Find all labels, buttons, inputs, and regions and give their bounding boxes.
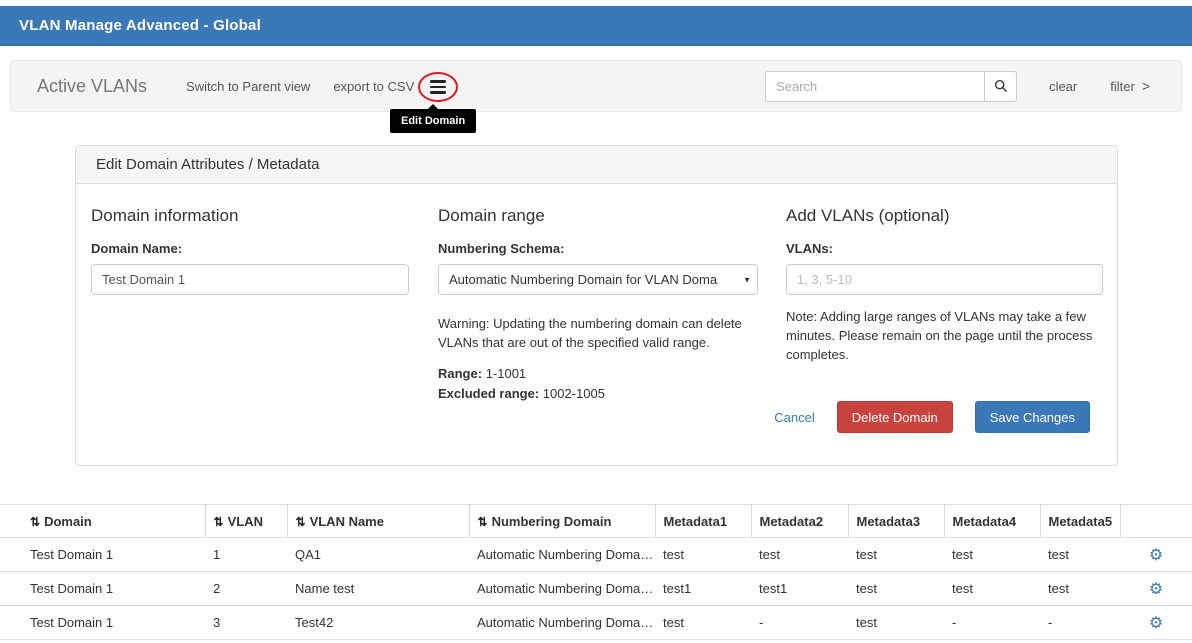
edit-domain-panel: Edit Domain Attributes / Metadata Domain… [75,145,1118,466]
numbering-schema-value: Automatic Numbering Domain for VLAN Doma [449,272,737,287]
title-bar: VLAN Manage Advanced - Global [0,6,1192,46]
excluded-range-label: Excluded range: [438,386,539,401]
page-title: VLAN Manage Advanced - Global [19,17,261,34]
chevron-right-icon: > [1142,78,1150,94]
cell-domain: Test Domain 1 [0,572,205,606]
caret-down-icon: ▼ [743,275,751,284]
domain-information-heading: Domain information [91,206,409,226]
cell-metadata2: test1 [751,572,848,606]
cell-vlan: 2 [205,572,287,606]
column-header-metadata2: Metadata2 [751,505,848,538]
search-button[interactable] [985,71,1017,102]
cell-vlan-name: Name test [287,572,469,606]
cell-metadata2: test [751,538,848,572]
cell-metadata2: - [751,606,848,640]
cell-vlan: 3 [205,606,287,640]
export-to-csv-link[interactable]: export to CSV [333,79,414,94]
cell-numbering-domain: Automatic Numbering Doma… [469,606,655,640]
row-settings-gear-icon[interactable]: ⚙ [1120,538,1192,572]
row-settings-gear-icon[interactable]: ⚙ [1120,572,1192,606]
domain-name-input[interactable] [91,264,409,295]
cell-metadata4: test [944,572,1040,606]
filter-label: filter [1110,79,1135,94]
column-header-metadata1: Metadata1 [655,505,751,538]
domain-name-label: Domain Name: [91,241,409,256]
cancel-link[interactable]: Cancel [774,410,814,425]
table-row: Test Domain 11QA1Automatic Numbering Dom… [0,538,1192,572]
vlans-label: VLANs: [786,241,1103,256]
toolbar-right-group: clear filter > [765,71,1150,102]
cell-vlan-name: QA1 [287,538,469,572]
vlans-note-text: Note: Adding large ranges of VLANs may t… [786,308,1103,365]
range-value: 1-1001 [486,366,526,381]
clear-link[interactable]: clear [1049,79,1077,94]
domain-information-section: Domain information Domain Name: [91,206,409,465]
cell-numbering-domain: Automatic Numbering Doma… [469,538,655,572]
column-header-vlan-name[interactable]: ⇅VLAN Name [287,505,469,538]
active-vlans-heading: Active VLANs [37,76,147,97]
column-header-domain[interactable]: ⇅Domain [0,505,205,538]
cell-metadata1: test [655,606,751,640]
row-settings-gear-icon[interactable]: ⚙ [1120,606,1192,640]
add-vlans-heading: Add VLANs (optional) [786,206,1103,226]
domain-range-section: Domain range Numbering Schema: Automatic… [438,206,758,465]
column-header-metadata4: Metadata4 [944,505,1040,538]
cell-metadata1: test1 [655,572,751,606]
panel-title: Edit Domain Attributes / Metadata [96,156,319,173]
edit-domain-tooltip: Edit Domain [390,109,476,133]
column-header-vlan[interactable]: ⇅VLAN [205,505,287,538]
cell-metadata1: test [655,538,751,572]
range-label: Range: [438,366,482,381]
cell-domain: Test Domain 1 [0,538,205,572]
save-changes-button[interactable]: Save Changes [975,401,1090,433]
excluded-range-text: Excluded range: 1002-1005 [438,386,758,401]
numbering-schema-label: Numbering Schema: [438,241,758,256]
table-body: Test Domain 11QA1Automatic Numbering Dom… [0,538,1192,640]
panel-body: Domain information Domain Name: Domain r… [76,184,1117,465]
edit-domain-menu-button[interactable] [418,71,458,103]
cell-metadata3: test [848,572,944,606]
delete-domain-button[interactable]: Delete Domain [837,401,953,433]
tooltip-text: Edit Domain [401,115,465,127]
vlan-manage-page: VLAN Manage Advanced - Global Active VLA… [0,0,1192,643]
cell-numbering-domain: Automatic Numbering Doma… [469,572,655,606]
cell-metadata5: test [1040,538,1120,572]
table-header-row: ⇅Domain⇅VLAN⇅VLAN Name⇅Numbering DomainM… [0,505,1192,538]
column-header-numbering-domain[interactable]: ⇅Numbering Domain [469,505,655,538]
table-row: Test Domain 12Name testAutomatic Numberi… [0,572,1192,606]
hamburger-menu-icon [430,80,446,93]
column-header-metadata3: Metadata3 [848,505,944,538]
sort-icon: ⇅ [214,515,224,529]
table-row: Test Domain 13Test42Automatic Numbering … [0,606,1192,640]
excluded-range-value: 1002-1005 [543,386,605,401]
cell-metadata4: - [944,606,1040,640]
tooltip-arrow-icon [428,104,438,109]
sort-icon: ⇅ [478,515,488,529]
vlan-table: ⇅Domain⇅VLAN⇅VLAN Name⇅Numbering DomainM… [0,504,1192,640]
sort-icon: ⇅ [30,515,40,529]
switch-to-parent-view-link[interactable]: Switch to Parent view [186,79,310,94]
column-header-metadata5: Metadata5 [1040,505,1120,538]
cell-metadata3: test [848,606,944,640]
search-icon [994,79,1008,93]
domain-range-heading: Domain range [438,206,758,226]
cell-metadata5: - [1040,606,1120,640]
cell-vlan-name: Test42 [287,606,469,640]
cell-metadata3: test [848,538,944,572]
sort-icon: ⇅ [296,515,306,529]
range-warning-text: Warning: Updating the numbering domain c… [438,315,758,353]
search-input[interactable] [765,71,985,102]
column-header-actions [1120,505,1192,538]
cell-domain: Test Domain 1 [0,606,205,640]
filter-link[interactable]: filter > [1110,78,1150,94]
toolbar: Active VLANs Switch to Parent view expor… [10,60,1182,112]
cell-metadata5: test [1040,572,1120,606]
vlans-input[interactable] [786,264,1103,295]
cell-metadata4: test [944,538,1040,572]
panel-header: Edit Domain Attributes / Metadata [76,146,1117,184]
numbering-schema-select[interactable]: Automatic Numbering Domain for VLAN Doma… [438,264,758,295]
range-text: Range: 1-1001 [438,366,758,381]
cell-vlan: 1 [205,538,287,572]
panel-actions: Cancel Delete Domain Save Changes [774,401,1090,433]
